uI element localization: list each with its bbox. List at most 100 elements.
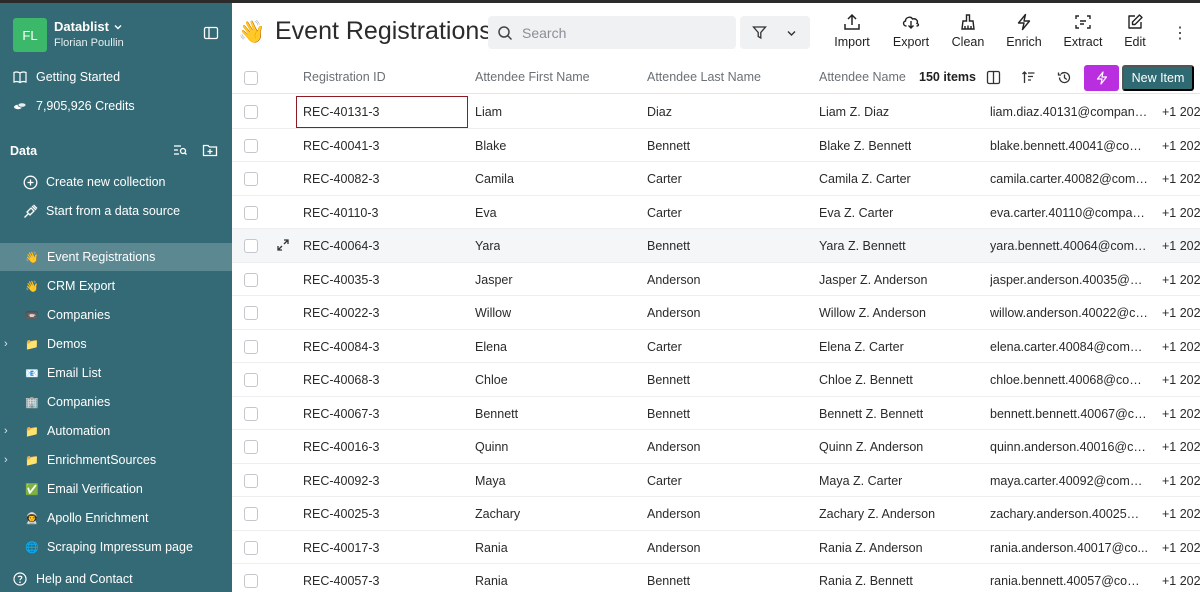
cell-last-name[interactable]: Bennett [647, 574, 690, 588]
cell-registration-id[interactable]: REC-40016-3 [303, 440, 379, 454]
column-header-last-name[interactable]: Attendee Last Name [647, 70, 761, 84]
start-from-source-link[interactable]: Start from a data source [0, 198, 232, 224]
extract-button[interactable]: Extract [1061, 13, 1105, 53]
cell-attendee-name[interactable]: Maya Z. Carter [819, 474, 902, 488]
cell-attendee-name[interactable]: Willow Z. Anderson [819, 306, 926, 320]
sidebar-item-collection[interactable]: 🏢 Companies [0, 388, 232, 416]
sidebar-item-collection[interactable]: 📼 Companies [0, 301, 232, 329]
cell-registration-id[interactable]: REC-40092-3 [303, 474, 379, 488]
sidebar-item-collection[interactable]: › 📁 Demos [0, 330, 232, 358]
cell-first-name[interactable]: Jasper [475, 273, 513, 287]
chevron-right-icon[interactable]: › [4, 338, 8, 350]
row-checkbox[interactable] [244, 373, 258, 387]
cell-phone[interactable]: +1 202 [1162, 273, 1200, 287]
cell-email[interactable]: maya.carter.40092@compa... [990, 474, 1148, 488]
cell-first-name[interactable]: Blake [475, 139, 506, 153]
cell-email[interactable]: bennett.bennett.40067@co... [990, 407, 1148, 421]
sidebar-item-collection[interactable]: 🌐 Scraping Impressum page [0, 533, 232, 561]
cell-first-name[interactable]: Willow [475, 306, 511, 320]
expand-row-icon[interactable] [276, 238, 290, 252]
table-row[interactable]: REC-40131-3 Liam Diaz Liam Z. Diaz liam.diaz… [232, 95, 1200, 129]
table-row[interactable]: REC-40017-3 Rania Anderson Rania Z. Anderso… [232, 531, 1200, 564]
row-checkbox[interactable] [244, 138, 258, 153]
cell-first-name[interactable]: Zachary [475, 507, 520, 521]
cell-email[interactable]: blake.bennett.40041@com... [990, 139, 1148, 153]
cell-last-name[interactable]: Carter [647, 474, 682, 488]
cell-first-name[interactable]: Liam [475, 105, 502, 119]
table-row[interactable]: REC-40110-3 Eva Carter Eva Z. Carter eva.car… [232, 196, 1200, 229]
cell-registration-id[interactable]: REC-40017-3 [303, 541, 379, 555]
sidebar-item-collection[interactable]: 👋 Event Registrations [0, 243, 232, 271]
cell-phone[interactable]: +1 202 [1162, 507, 1200, 521]
cell-last-name[interactable]: Anderson [647, 306, 701, 320]
cell-attendee-name[interactable]: Chloe Z. Bennett [819, 373, 913, 387]
cell-last-name[interactable]: Bennett [647, 373, 690, 387]
table-row[interactable]: REC-40068-3 Chloe Bennett Chloe Z. Bennett c… [232, 363, 1200, 397]
row-checkbox[interactable] [244, 239, 258, 253]
cell-last-name[interactable]: Bennett [647, 407, 690, 421]
cell-registration-id[interactable]: REC-40068-3 [303, 373, 379, 387]
row-checkbox[interactable] [244, 172, 258, 186]
table-row[interactable]: REC-40092-3 Maya Carter Maya Z. Carter maya.… [232, 464, 1200, 497]
more-options-icon[interactable]: ⋮ [1172, 23, 1188, 43]
cell-registration-id[interactable]: REC-40084-3 [303, 340, 379, 354]
table-row[interactable]: REC-40016-3 Quinn Anderson Quinn Z. Anderso… [232, 430, 1200, 464]
cell-email[interactable]: chloe.bennett.40068@com... [990, 373, 1148, 387]
row-checkbox[interactable] [244, 473, 258, 488]
cell-phone[interactable]: +1 202 [1162, 340, 1200, 354]
credits-link[interactable]: 7,905,926 Credits [0, 93, 232, 119]
cell-phone[interactable]: +1 202 [1162, 574, 1200, 588]
cell-last-name[interactable]: Carter [647, 172, 682, 186]
workspace-switcher[interactable]: FL Datablist Florian Poullin [13, 18, 219, 54]
cell-last-name[interactable]: Bennett [647, 239, 690, 253]
search-collections-icon[interactable] [172, 142, 188, 158]
cell-registration-id[interactable]: REC-40064-3 [303, 239, 379, 253]
create-collection-link[interactable]: Create new collection [0, 169, 232, 195]
cell-registration-id[interactable]: REC-40067-3 [303, 407, 379, 421]
cell-email[interactable]: willow.anderson.40022@co... [990, 306, 1148, 320]
table-row[interactable]: REC-40064-3 Yara Bennett Yara Z. Bennett yar… [232, 229, 1200, 263]
table-row[interactable]: REC-40022-3 Willow Anderson Willow Z. Ander… [232, 296, 1200, 330]
cell-phone[interactable]: +1 202 [1162, 139, 1200, 153]
columns-layout-icon[interactable] [986, 70, 1001, 85]
table-row[interactable]: REC-40025-3 Zachary Anderson Zachary Z. And… [232, 497, 1200, 531]
cell-phone[interactable]: +1 202 [1162, 172, 1200, 186]
column-header-registration-id[interactable]: Registration ID [303, 70, 386, 84]
cell-last-name[interactable]: Carter [647, 340, 682, 354]
cell-registration-id[interactable]: REC-40041-3 [303, 139, 379, 153]
enrich-button[interactable]: Enrich [1004, 13, 1044, 53]
history-icon[interactable] [1057, 70, 1072, 85]
cell-attendee-name[interactable]: Elena Z. Carter [819, 340, 904, 354]
cell-email[interactable]: yara.bennett.40064@comp... [990, 239, 1148, 253]
cell-email[interactable]: quinn.anderson.40016@co... [990, 440, 1148, 454]
edit-button[interactable]: Edit [1118, 13, 1152, 53]
cell-email[interactable]: eva.carter.40110@company... [990, 206, 1148, 220]
cell-first-name[interactable]: Eva [475, 206, 497, 220]
cell-first-name[interactable]: Chloe [475, 373, 508, 387]
cell-email[interactable]: jasper.anderson.40035@co... [990, 273, 1148, 287]
help-contact-link[interactable]: Help and Contact [0, 566, 232, 592]
cell-phone[interactable]: +1 202 [1162, 373, 1200, 387]
cell-attendee-name[interactable]: Jasper Z. Anderson [819, 273, 927, 287]
sidebar-item-collection[interactable]: 👨‍🚀 Apollo Enrichment [0, 504, 232, 532]
cell-last-name[interactable]: Diaz [647, 105, 672, 119]
cell-phone[interactable]: +1 202 [1162, 239, 1200, 253]
row-checkbox[interactable] [244, 406, 258, 421]
cell-attendee-name[interactable]: Quinn Z. Anderson [819, 440, 923, 454]
cell-phone[interactable]: +1 202 [1162, 105, 1200, 119]
row-checkbox[interactable] [244, 540, 258, 555]
cell-first-name[interactable]: Elena [475, 340, 507, 354]
sort-icon[interactable] [1021, 70, 1036, 85]
cell-last-name[interactable]: Anderson [647, 440, 701, 454]
run-enrichment-button[interactable] [1084, 65, 1119, 91]
cell-registration-id[interactable]: REC-40082-3 [303, 172, 379, 186]
row-checkbox[interactable] [244, 105, 258, 119]
column-header-attendee-name[interactable]: Attendee Name [819, 70, 906, 84]
cell-phone[interactable]: +1 202 [1162, 541, 1200, 555]
cell-first-name[interactable]: Yara [475, 239, 500, 253]
table-row[interactable]: REC-40057-3 Rania Bennett Rania Z. Bennett r… [232, 564, 1200, 592]
sidebar-item-collection[interactable]: › 📁 EnrichmentSources [0, 446, 232, 474]
cell-first-name[interactable]: Bennett [475, 407, 518, 421]
cell-attendee-name[interactable]: Blake Z. Bennett [819, 139, 911, 153]
cell-phone[interactable]: +1 202 [1162, 306, 1200, 320]
